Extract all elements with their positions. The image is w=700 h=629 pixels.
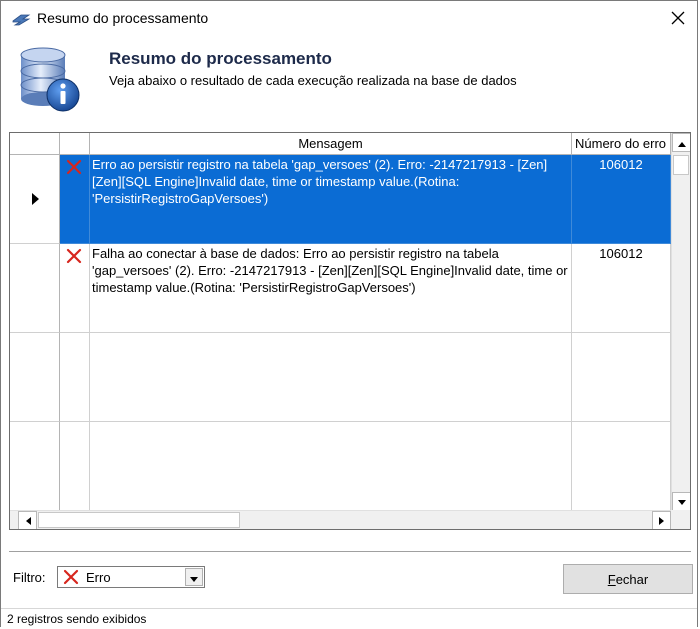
results-grid[interactable]: Mensagem Número do erro Erro ao persisti… bbox=[9, 132, 691, 530]
row-message[interactable]: Falha ao conectar à base de dados: Erro … bbox=[90, 244, 572, 333]
row-error-number[interactable]: 106012 bbox=[572, 244, 671, 333]
status-text: 2 registros sendo exibidos bbox=[7, 612, 147, 626]
row-status-cell bbox=[60, 155, 90, 244]
table-row[interactable]: Erro ao persistir registro na tabela 'ga… bbox=[10, 155, 671, 244]
scroll-right-button[interactable] bbox=[652, 511, 671, 529]
error-x-icon bbox=[66, 159, 82, 175]
close-button-label: echar bbox=[615, 572, 649, 587]
column-header-numero-erro[interactable]: Número do erro bbox=[572, 133, 671, 155]
header-subtitle: Veja abaixo o resultado de cada execução… bbox=[109, 73, 517, 88]
row-error-number[interactable]: 106012 bbox=[572, 155, 671, 244]
dropdown-button[interactable] bbox=[185, 568, 203, 586]
row-error-number bbox=[572, 422, 671, 511]
divider bbox=[9, 551, 691, 553]
row-selector bbox=[10, 422, 60, 511]
row-selector[interactable] bbox=[10, 244, 60, 333]
close-button-mnemonic: F bbox=[607, 572, 616, 587]
arrow-up-icon bbox=[677, 135, 686, 150]
row-status-cell bbox=[60, 333, 90, 422]
window-title: Resumo do processamento bbox=[37, 10, 209, 26]
horizontal-scrollbar[interactable] bbox=[10, 510, 671, 529]
current-row-icon bbox=[32, 193, 39, 205]
row-message[interactable]: Erro ao persistir registro na tabela 'ga… bbox=[90, 155, 572, 244]
column-header-status bbox=[60, 133, 90, 155]
table-row[interactable]: Falha ao conectar à base de dados: Erro … bbox=[10, 244, 671, 333]
error-x-icon bbox=[66, 248, 82, 264]
row-selector bbox=[10, 333, 60, 422]
app-icon bbox=[11, 11, 31, 27]
vertical-scroll-thumb[interactable] bbox=[673, 155, 689, 175]
title-bar: Resumo do processamento bbox=[1, 1, 697, 37]
arrow-left-icon bbox=[25, 513, 31, 528]
row-selector[interactable] bbox=[10, 155, 60, 244]
scrollbar-corner bbox=[671, 510, 690, 529]
filter-label: Filtro: bbox=[13, 570, 46, 585]
horizontal-scroll-thumb[interactable] bbox=[38, 512, 240, 528]
dialog-window: Resumo do processamento Resumo do proces… bbox=[0, 0, 698, 628]
column-header-selector bbox=[10, 133, 60, 155]
status-bar: 2 registros sendo exibidos bbox=[1, 608, 697, 628]
scroll-down-button[interactable] bbox=[672, 492, 690, 511]
empty-row bbox=[10, 422, 671, 511]
row-status-cell bbox=[60, 422, 90, 511]
arrow-right-icon bbox=[658, 513, 665, 528]
row-message bbox=[90, 422, 572, 511]
arrow-down-icon bbox=[677, 494, 686, 509]
vertical-scrollbar[interactable] bbox=[671, 133, 690, 511]
error-x-icon bbox=[63, 569, 79, 585]
row-status-cell bbox=[60, 244, 90, 333]
scroll-left-button[interactable] bbox=[18, 511, 37, 529]
filter-selected-value: Erro bbox=[86, 570, 111, 585]
header-title: Resumo do processamento bbox=[109, 49, 332, 68]
row-message bbox=[90, 333, 572, 422]
chevron-down-icon bbox=[190, 570, 198, 585]
database-info-icon bbox=[17, 45, 83, 113]
close-dialog-button[interactable]: Fechar bbox=[563, 564, 693, 594]
dialog-header: Resumo do processamento Veja abaixo o re… bbox=[1, 37, 697, 117]
row-error-number bbox=[572, 333, 671, 422]
close-icon bbox=[671, 11, 685, 28]
scroll-up-button[interactable] bbox=[672, 133, 690, 152]
empty-row bbox=[10, 333, 671, 422]
filter-dropdown[interactable]: Erro bbox=[57, 566, 205, 588]
close-button[interactable] bbox=[665, 7, 691, 31]
column-header-mensagem[interactable]: Mensagem bbox=[90, 133, 572, 155]
